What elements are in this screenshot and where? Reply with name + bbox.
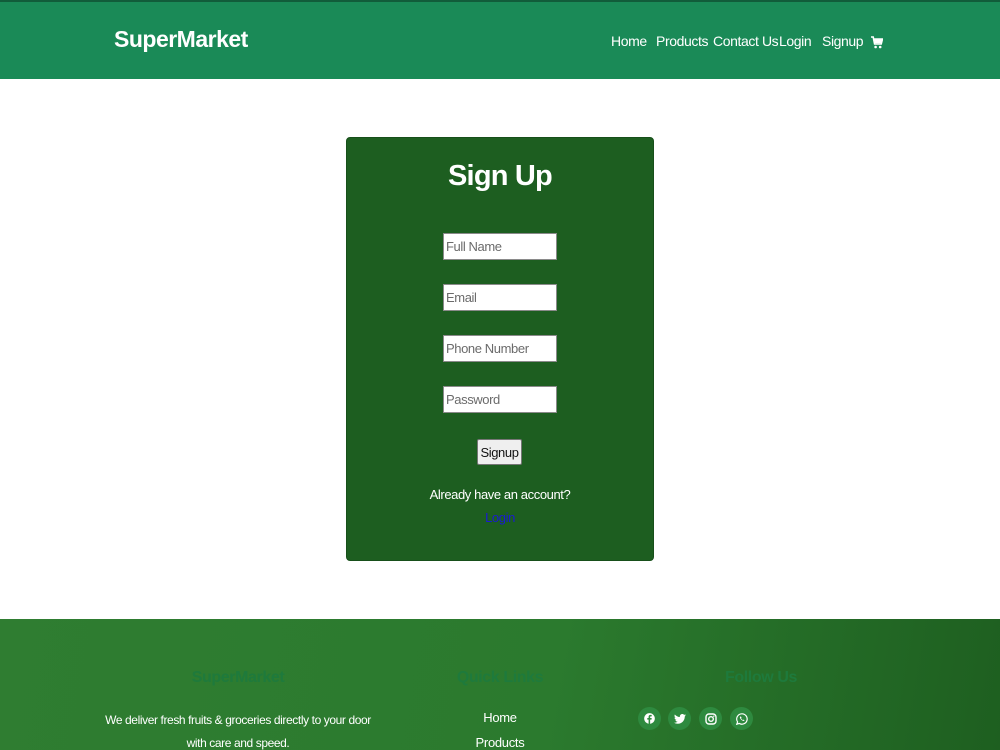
quick-links-heading: Quick Links [456, 669, 544, 686]
instagram-icon[interactable] [699, 707, 722, 730]
nav-links: Home Products Contact Us Login Signup [0, 33, 1000, 55]
login-link[interactable]: Login [347, 510, 653, 525]
footer: SuperMarket We deliver fresh fruits & gr… [0, 619, 1000, 750]
nav-link-products[interactable]: Products [656, 33, 708, 49]
signup-button[interactable]: Signup [477, 439, 522, 465]
footer-brand-heading: SuperMarket [191, 669, 285, 686]
whatsapp-icon[interactable] [730, 707, 753, 730]
cart-icon[interactable] [871, 36, 884, 49]
navbar: SuperMarket Home Products Contact Us Log… [0, 0, 1000, 79]
nav-link-signup[interactable]: Signup [822, 33, 864, 49]
nav-link-contact-us[interactable]: Contact Us [713, 33, 779, 49]
footer-follow-column: Follow Us [711, 669, 811, 687]
full-name-input[interactable] [443, 233, 557, 260]
facebook-icon[interactable] [638, 707, 661, 730]
footer-link-home[interactable]: Home [450, 710, 550, 725]
footer-about-text: We deliver fresh fruits & groceries dire… [105, 713, 371, 750]
password-input[interactable] [443, 386, 557, 413]
twitter-icon[interactable] [668, 707, 691, 730]
follow-us-heading: Follow Us [725, 669, 797, 686]
footer-quick-links-column: Quick Links [450, 669, 550, 687]
signup-title: Sign Up [448, 160, 553, 192]
email-input[interactable] [443, 284, 557, 311]
nav-link-home[interactable]: Home [611, 33, 647, 49]
nav-link-login[interactable]: Login [779, 33, 812, 49]
phone-number-input[interactable] [443, 335, 557, 362]
footer-link-products[interactable]: Products [450, 735, 550, 750]
footer-brand-column: SuperMarket [188, 669, 288, 687]
signup-card: Sign Up Signup Already have an account? … [346, 137, 654, 561]
already-have-account-text: Already have an account? [429, 487, 571, 502]
